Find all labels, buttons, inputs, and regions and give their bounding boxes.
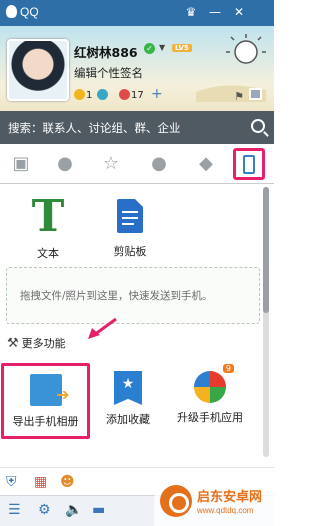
annotation-arrow (88, 317, 117, 339)
level-badge: LV5 (172, 44, 192, 52)
tab-favorites[interactable]: ☆ (98, 150, 124, 176)
more-features[interactable]: ⚒ 更多功能 (7, 335, 66, 351)
more-features-label: 更多功能 (21, 337, 66, 350)
close-button[interactable]: ✕ (231, 4, 247, 20)
person-icon: ● (57, 152, 73, 174)
phone-panel: T 文本 剪贴板 拖拽文件/照片到这里，快速发送到手机。 ⚒更多功能 导出手机相… (0, 185, 274, 465)
profile-header: 红树林886 ✓ ▼ LV5 编辑个性签名 1 17 + ⚑ (0, 26, 274, 111)
mail-icon (119, 89, 130, 100)
graduation-cap-icon: ◆ (199, 152, 213, 174)
search-input[interactable]: 搜索：联系人、讨论组、群、企业 (8, 120, 181, 136)
wrench-icon: ⚒ (7, 336, 19, 351)
star-stat[interactable]: 1 (74, 89, 92, 101)
signature[interactable]: 编辑个性签名 (74, 65, 143, 81)
bookmark-star-icon: ★ (114, 371, 142, 405)
qq-logo-icon (6, 5, 17, 18)
photo-export-icon (29, 374, 70, 406)
app-label: 升级手机应用 (177, 411, 243, 424)
watermark-title: 启东安卓网 (197, 490, 263, 505)
text-tool-label: 文本 (37, 247, 59, 260)
shield-icon[interactable]: ⛨ (6, 474, 17, 490)
bubble-icon (97, 89, 108, 100)
pet-icon[interactable]: ☻ (60, 474, 75, 490)
chat-bubble-icon: ▣ (12, 152, 30, 174)
app-title: QQ (6, 5, 39, 19)
tab-messages[interactable]: ▣ (8, 150, 34, 176)
search-icon[interactable] (251, 119, 265, 133)
plus-icon[interactable]: + (151, 86, 163, 102)
tab-contacts[interactable]: ● (52, 150, 78, 176)
nickname[interactable]: 红树林886 (74, 42, 138, 61)
tab-phone[interactable] (233, 148, 265, 180)
watermark: 启东安卓网 www.qdtdq.com (154, 476, 274, 526)
chevron-down-icon[interactable]: ▼ (159, 43, 165, 52)
app-label: 添加收藏 (106, 413, 150, 426)
minimize-button[interactable]: — (207, 4, 223, 20)
menu-icon[interactable]: ☰ (8, 502, 21, 518)
drop-zone[interactable]: 拖拽文件/照片到这里，快速发送到手机。 (6, 267, 260, 324)
star-icon (74, 89, 85, 100)
main-tabs: ▣ ● ☆ ● ◆ (0, 144, 274, 184)
apps-grid-icon[interactable]: ▦ (34, 474, 47, 490)
export-album-app[interactable]: 导出手机相册 (1, 363, 90, 439)
upgrade-apps-app[interactable]: 9 升级手机应用 (170, 363, 250, 425)
watermark-logo-icon (160, 485, 192, 517)
people-icon[interactable]: ⚑ (234, 90, 244, 103)
phone-icon (243, 154, 255, 174)
scrollbar[interactable] (263, 187, 269, 457)
scrollbar-thumb[interactable] (263, 187, 269, 313)
clipboard-icon (117, 199, 143, 233)
update-count-badge: 9 (222, 364, 234, 373)
group-icon: ● (151, 152, 167, 174)
add-favorite-app[interactable]: ★ 添加收藏 (100, 363, 156, 427)
avatar[interactable] (7, 39, 69, 101)
folder-icon[interactable]: ▬ (92, 502, 105, 518)
settings-icon[interactable]: ⚙ (38, 502, 51, 518)
clipboard-tool-label: 剪贴板 (113, 245, 147, 258)
tab-groups[interactable]: ● (146, 150, 172, 176)
volume-icon[interactable]: 🔈 (65, 502, 82, 518)
text-tool[interactable]: T 文本 (8, 193, 88, 261)
online-status-icon[interactable]: ✓ (144, 43, 155, 54)
star-icon: ☆ (102, 152, 120, 174)
search-bar[interactable]: 搜索：联系人、讨论组、群、企业 (0, 111, 274, 144)
app-box-icon[interactable] (249, 88, 262, 100)
window-title: QQ (20, 5, 39, 19)
bubble-stat[interactable] (97, 89, 109, 101)
app-label: 导出手机相册 (12, 415, 79, 428)
title-bar: QQ ♛ — ✕ (0, 0, 274, 26)
tab-classroom[interactable]: ◆ (193, 150, 219, 176)
skin-icon[interactable]: ♛ (183, 4, 199, 20)
text-t-icon: T (31, 191, 65, 242)
app-store-icon: 9 (194, 364, 234, 403)
clipboard-tool[interactable]: 剪贴板 (90, 193, 170, 259)
drop-zone-hint: 拖拽文件/照片到这里，快速发送到手机。 (20, 290, 213, 302)
mail-stat[interactable]: 17 (119, 89, 144, 101)
watermark-url: www.qdtdq.com (197, 506, 254, 515)
